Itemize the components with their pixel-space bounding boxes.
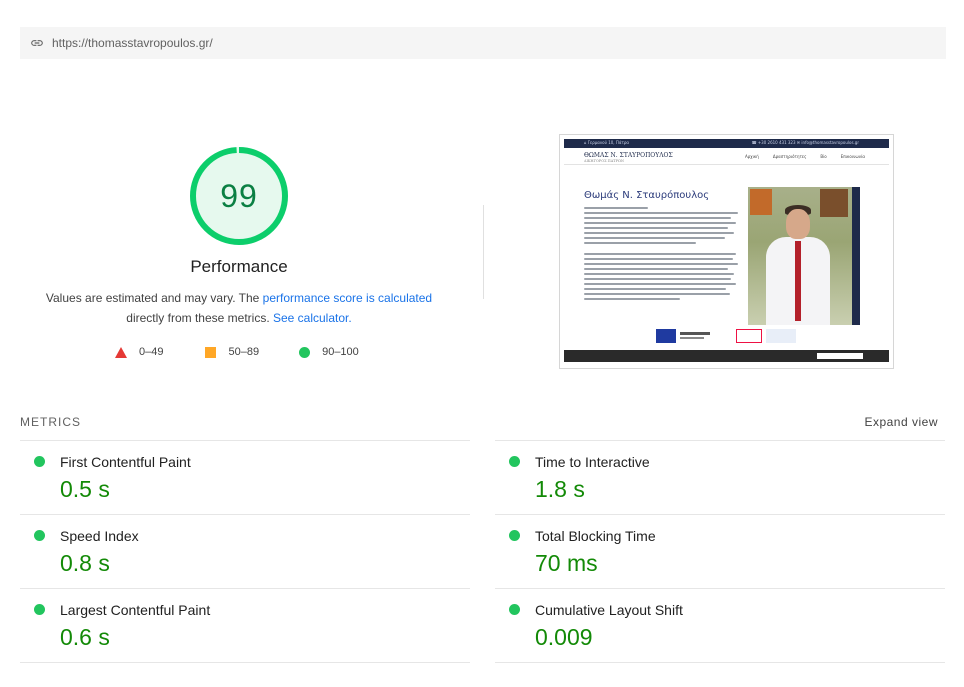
legend-fail: 0–49 [115, 346, 163, 358]
pass-circle-icon [34, 456, 45, 467]
thumb-body-text [584, 207, 744, 303]
url-bar: https://thomasstavropoulos.gr/ [20, 27, 946, 59]
metric-cumulative-layout-shift: Cumulative Layout Shift 0.009 [495, 588, 945, 663]
metric-largest-contentful-paint: Largest Contentful Paint 0.6 s [20, 588, 470, 663]
thumb-logo-text: ΘΩΜΑΣ Ν. ΣΤΑΥΡΟΠΟΥΛΟΣ [584, 152, 673, 159]
thumb-nav-item: Δραστηριότητες [772, 154, 807, 159]
metric-value: 1.8 s [535, 476, 585, 502]
page-screenshot-thumbnail[interactable]: ⌂ Γερμανού 10, Πάτρα ☎ +30 2610 431 323 … [559, 134, 894, 369]
performance-gauge: 99 [188, 145, 290, 247]
legend-average-label: 50–89 [228, 346, 260, 358]
performance-title: Performance [190, 257, 288, 276]
url-text: https://thomasstavropoulos.gr/ [52, 36, 213, 50]
score-legend: 0–49 50–89 90–100 [115, 346, 359, 358]
thumb-logo: ΘΩΜΑΣ Ν. ΣΤΑΥΡΟΠΟΥΛΟΣ ΔΙΚΗΓΟΡΟΣ ΠΑΤΡΩΝ [584, 152, 673, 163]
metric-speed-index: Speed Index 0.8 s [20, 514, 470, 588]
thumb-topbar: ⌂ Γερμανού 10, Πάτρα ☎ +30 2610 431 323 … [564, 139, 889, 148]
metrics-heading: METRICS [20, 415, 81, 429]
thumb-nav: Αρχική Δραστηριότητες Βio Επικοινωνία [745, 154, 865, 159]
thumb-eu-logos [656, 329, 806, 343]
legend-average: 50–89 [205, 346, 259, 358]
desc-prefix: Values are estimated and may vary. The [45, 291, 263, 305]
thumb-header: ΘΩΜΑΣ Ν. ΣΤΑΥΡΟΠΟΥΛΟΣ ΔΙΚΗΓΟΡΟΣ ΠΑΤΡΩΝ Α… [564, 148, 889, 165]
metric-name: Time to Interactive [535, 454, 650, 470]
thumb-cookie-bar [564, 350, 889, 362]
vertical-divider [483, 205, 484, 299]
thumb-heading: Θωμάς Ν. Σταυρόπουλος [584, 190, 710, 201]
thumb-topbar-left: ⌂ Γερμανού 10, Πάτρα [584, 140, 630, 145]
pass-circle-icon [509, 604, 520, 615]
metric-name: Total Blocking Time [535, 528, 656, 544]
square-icon [205, 346, 217, 358]
performance-description: Values are estimated and may vary. The p… [39, 288, 439, 328]
thumb-topbar-right: ☎ +30 2610 431 323 ✉ info@thomasstavropo… [751, 140, 859, 145]
metrics-column-right: Time to Interactive 1.8 s Total Blocking… [495, 440, 945, 663]
metric-first-contentful-paint: First Contentful Paint 0.5 s [20, 440, 470, 514]
link-icon [31, 40, 43, 46]
thumb-logo-sub: ΔΙΚΗΓΟΡΟΣ ΠΑΤΡΩΝ [584, 159, 624, 163]
metric-value: 0.6 s [60, 624, 110, 650]
performance-score-link[interactable]: performance score is calculated [263, 291, 432, 305]
metric-name: Speed Index [60, 528, 139, 544]
thumb-portrait-image [748, 187, 852, 325]
pass-circle-icon [509, 530, 520, 541]
triangle-icon [115, 346, 127, 358]
thumb-side-bar [852, 187, 860, 325]
metric-value: 0.009 [535, 624, 593, 650]
pass-circle-icon [509, 456, 520, 467]
pass-circle-icon [34, 604, 45, 615]
metric-name: Cumulative Layout Shift [535, 602, 683, 618]
metric-total-blocking-time: Total Blocking Time 70 ms [495, 514, 945, 588]
thumb-nav-item: Επικοινωνία [840, 154, 865, 159]
metric-name: First Contentful Paint [60, 454, 191, 470]
legend-fail-label: 0–49 [139, 346, 164, 358]
metric-value: 70 ms [535, 550, 598, 576]
expand-view-button[interactable]: Expand view [864, 415, 938, 429]
see-calculator-link[interactable]: See calculator. [273, 311, 352, 325]
metric-value: 0.8 s [60, 550, 110, 576]
legend-pass-label: 90–100 [322, 346, 359, 358]
thumb-nav-item: Αρχική [744, 154, 759, 159]
pass-circle-icon [34, 530, 45, 541]
metric-name: Largest Contentful Paint [60, 602, 211, 618]
metric-value: 0.5 s [60, 476, 110, 502]
metrics-column-left: First Contentful Paint 0.5 s Speed Index… [20, 440, 470, 663]
desc-middle: directly from these metrics. [126, 311, 273, 325]
performance-score: 99 [220, 177, 258, 214]
thumb-nav-item: Βio [820, 154, 827, 159]
legend-pass: 90–100 [299, 346, 359, 358]
circle-icon [299, 346, 311, 358]
metric-time-to-interactive: Time to Interactive 1.8 s [495, 440, 945, 514]
